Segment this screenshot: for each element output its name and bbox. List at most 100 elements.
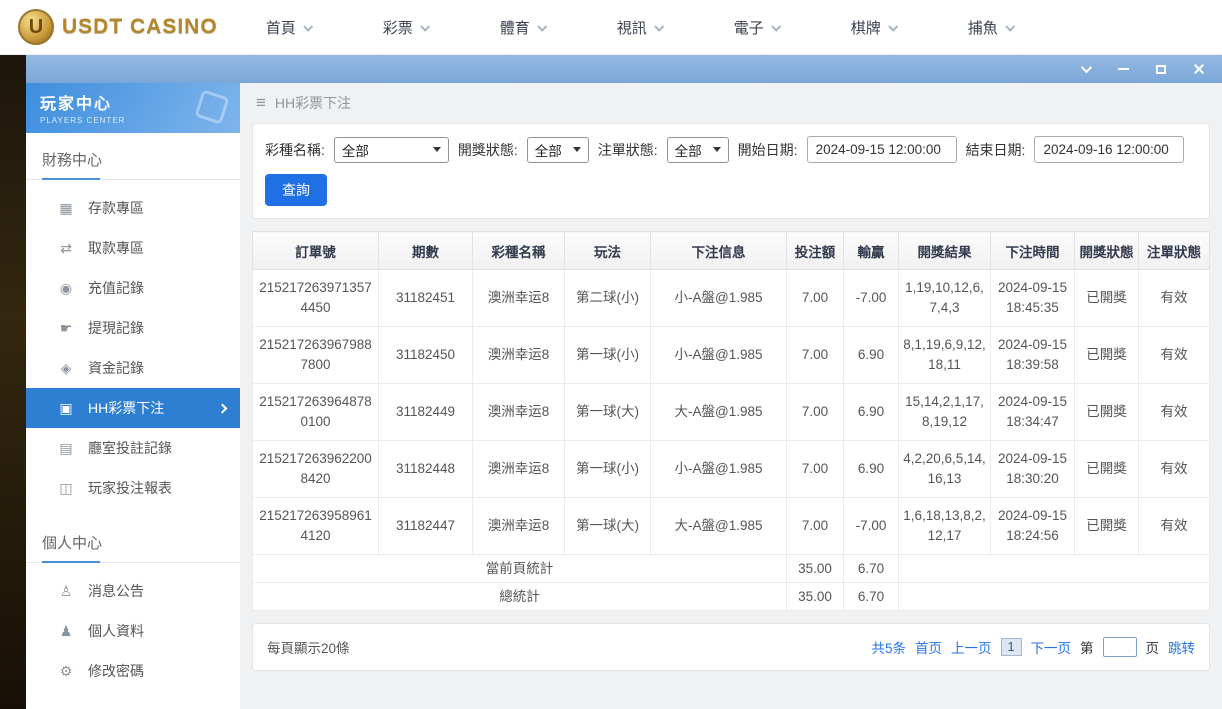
window-collapse-icon[interactable] bbox=[1078, 62, 1092, 76]
nav-item-lottery[interactable]: 彩票 bbox=[383, 17, 428, 38]
search-button[interactable]: 查詢 bbox=[265, 174, 327, 206]
page-jump-input[interactable] bbox=[1103, 637, 1137, 657]
sidebar-item-funds-record[interactable]: ◈資金記錄 bbox=[26, 348, 240, 388]
order-status-select[interactable]: 全部 bbox=[667, 137, 729, 163]
col-order-status: 注單狀態 bbox=[1139, 232, 1210, 270]
sidebar-item-label: 個人資料 bbox=[88, 621, 144, 641]
cell-draw-status: 已開獎 bbox=[1075, 384, 1139, 441]
nav-item-cards[interactable]: 棋牌 bbox=[851, 17, 896, 38]
cell-result: 15,14,2,1,17,8,19,12 bbox=[899, 384, 991, 441]
nav-item-slots[interactable]: 電子 bbox=[734, 17, 779, 38]
cell-winloss: 6.90 bbox=[844, 441, 899, 498]
hamburger-icon[interactable]: ≡ bbox=[256, 93, 266, 113]
col-amount: 投注額 bbox=[787, 232, 844, 270]
cell-play: 第一球(小) bbox=[565, 327, 651, 384]
sidebar-item-room-bet-record[interactable]: ▤廳室投註記錄 bbox=[26, 428, 240, 468]
chevron-down-icon bbox=[771, 21, 781, 31]
lottery-name-select[interactable]: 全部 bbox=[334, 137, 449, 163]
sidebar-item-profile[interactable]: ♟個人資料 bbox=[26, 611, 240, 651]
sidebar-item-player-bet-report[interactable]: ◫ 玩家投注報表 bbox=[26, 468, 240, 508]
breadcrumb: ≡ HH彩票下注 bbox=[252, 83, 1210, 123]
nav-item-home[interactable]: 首頁 bbox=[266, 17, 311, 38]
col-draw-status: 開獎狀態 bbox=[1075, 232, 1139, 270]
draw-status-select[interactable]: 全部 bbox=[527, 137, 589, 163]
chevron-right-icon bbox=[218, 403, 228, 413]
window-close-icon[interactable] bbox=[1192, 62, 1206, 76]
table-row: 2152172639713574450 31182451 澳洲幸运8 第二球(小… bbox=[253, 270, 1210, 327]
summary-winloss: 6.70 bbox=[844, 583, 899, 611]
nav-item-sports[interactable]: 體育 bbox=[500, 17, 545, 38]
sidebar-item-label: 取款專區 bbox=[88, 238, 144, 258]
logo[interactable]: U USDT CASINO bbox=[18, 9, 218, 45]
cell-lottery: 澳洲幸运8 bbox=[473, 270, 565, 327]
bets-table-card: 訂單號 期數 彩種名稱 玩法 下注信息 投注額 輸贏 開獎結果 下注時間 開獎狀… bbox=[252, 231, 1210, 611]
bet-report-icon: ◫ bbox=[58, 480, 74, 497]
nav-item-fishing[interactable]: 捕魚 bbox=[968, 17, 1013, 38]
chevron-down-icon bbox=[537, 21, 547, 31]
sidebar-item-withdraw[interactable]: ⇄取款專區 bbox=[26, 228, 240, 268]
end-date-label: 結束日期: bbox=[966, 140, 1026, 160]
next-page-link[interactable]: 下一页 bbox=[1031, 637, 1072, 657]
jump-button[interactable]: 跳转 bbox=[1168, 637, 1195, 657]
gear-icon: ⚙ bbox=[58, 663, 74, 680]
deposit-icon: ▦ bbox=[58, 200, 74, 217]
cell-result: 1,6,18,13,8,2,12,17 bbox=[899, 498, 991, 555]
section-label: 財務中心 bbox=[42, 152, 102, 169]
window-body: 玩家中心 PLAYERS CENTER 財務中心 ▦存款專區 ⇄取款專區 ◉充值… bbox=[26, 83, 1222, 709]
cell-bet-info: 小-A盤@1.985 bbox=[651, 270, 787, 327]
window-minimize-icon[interactable] bbox=[1116, 62, 1130, 76]
sidebar-item-change-password[interactable]: ⚙修改密碼 bbox=[26, 651, 240, 691]
cell-time: 2024-09-15 18:30:20 bbox=[991, 441, 1075, 498]
app-window: 玩家中心 PLAYERS CENTER 財務中心 ▦存款專區 ⇄取款專區 ◉充值… bbox=[26, 55, 1222, 709]
sidebar-header: 玩家中心 PLAYERS CENTER bbox=[26, 83, 240, 133]
first-page-link[interactable]: 首页 bbox=[915, 637, 942, 657]
col-play: 玩法 bbox=[565, 232, 651, 270]
sidebar: 玩家中心 PLAYERS CENTER 財務中心 ▦存款專區 ⇄取款專區 ◉充值… bbox=[26, 83, 240, 709]
end-date-input[interactable] bbox=[1034, 136, 1184, 163]
col-result: 開獎結果 bbox=[899, 232, 991, 270]
sidebar-item-label: 資金記錄 bbox=[88, 358, 144, 378]
cell-period: 31182449 bbox=[379, 384, 473, 441]
sidebar-item-withdraw-record[interactable]: ☛提現記錄 bbox=[26, 308, 240, 348]
col-winloss: 輸贏 bbox=[844, 232, 899, 270]
chevron-down-icon bbox=[1005, 21, 1015, 31]
chevron-down-icon bbox=[303, 21, 313, 31]
current-page[interactable]: 1 bbox=[1001, 638, 1022, 656]
sidebar-item-hh-lottery-bets[interactable]: ▣HH彩票下注 bbox=[26, 388, 240, 428]
jump-label-post: 页 bbox=[1146, 637, 1160, 657]
cell-period: 31182451 bbox=[379, 270, 473, 327]
cell-result: 4,2,20,6,5,14,16,13 bbox=[899, 441, 991, 498]
col-order: 訂單號 bbox=[253, 232, 379, 270]
cell-bet-info: 小-A盤@1.985 bbox=[651, 327, 787, 384]
cell-time: 2024-09-15 18:39:58 bbox=[991, 327, 1075, 384]
sidebar-item-label: 消息公告 bbox=[88, 581, 144, 601]
prev-page-link[interactable]: 上一页 bbox=[951, 637, 992, 657]
page-title: HH彩票下注 bbox=[275, 93, 351, 113]
cell-play: 第一球(大) bbox=[565, 498, 651, 555]
cell-order-status: 有效 bbox=[1139, 498, 1210, 555]
table-row: 2152172639589614120 31182447 澳洲幸运8 第一球(大… bbox=[253, 498, 1210, 555]
logo-coin-icon: U bbox=[18, 9, 54, 45]
sidebar-item-announcements[interactable]: ♙消息公告 bbox=[26, 571, 240, 611]
cell-draw-status: 已開獎 bbox=[1075, 441, 1139, 498]
nav-label: 電子 bbox=[734, 17, 764, 38]
sidebar-item-deposit[interactable]: ▦存款專區 bbox=[26, 188, 240, 228]
nav-label: 視訊 bbox=[617, 17, 647, 38]
cell-period: 31182448 bbox=[379, 441, 473, 498]
section-label: 個人中心 bbox=[42, 535, 102, 552]
sidebar-item-recharge-record[interactable]: ◉充值記錄 bbox=[26, 268, 240, 308]
start-date-input[interactable] bbox=[807, 136, 957, 163]
sidebar-subtitle: PLAYERS CENTER bbox=[40, 116, 240, 125]
finance-menu: ▦存款專區 ⇄取款專區 ◉充值記錄 ☛提現記錄 ◈資金記錄 ▣HH彩票下注 ▤廳… bbox=[26, 180, 240, 516]
window-maximize-icon[interactable] bbox=[1154, 62, 1168, 76]
cell-lottery: 澳洲幸运8 bbox=[473, 327, 565, 384]
nav-item-live[interactable]: 視訊 bbox=[617, 17, 662, 38]
sidebar-item-label: HH彩票下注 bbox=[88, 398, 164, 418]
cell-amount: 7.00 bbox=[787, 441, 844, 498]
sidebar-item-label: 玩家投注報表 bbox=[88, 478, 172, 498]
cell-draw-status: 已開獎 bbox=[1075, 270, 1139, 327]
nav-label: 彩票 bbox=[383, 17, 413, 38]
recharge-record-icon: ◉ bbox=[58, 280, 74, 297]
summary-label: 總統計 bbox=[253, 583, 787, 611]
main-content: ≡ HH彩票下注 彩種名稱: 全部 開獎狀態: 全部 注單狀態: 全部 開始日期… bbox=[240, 83, 1222, 709]
